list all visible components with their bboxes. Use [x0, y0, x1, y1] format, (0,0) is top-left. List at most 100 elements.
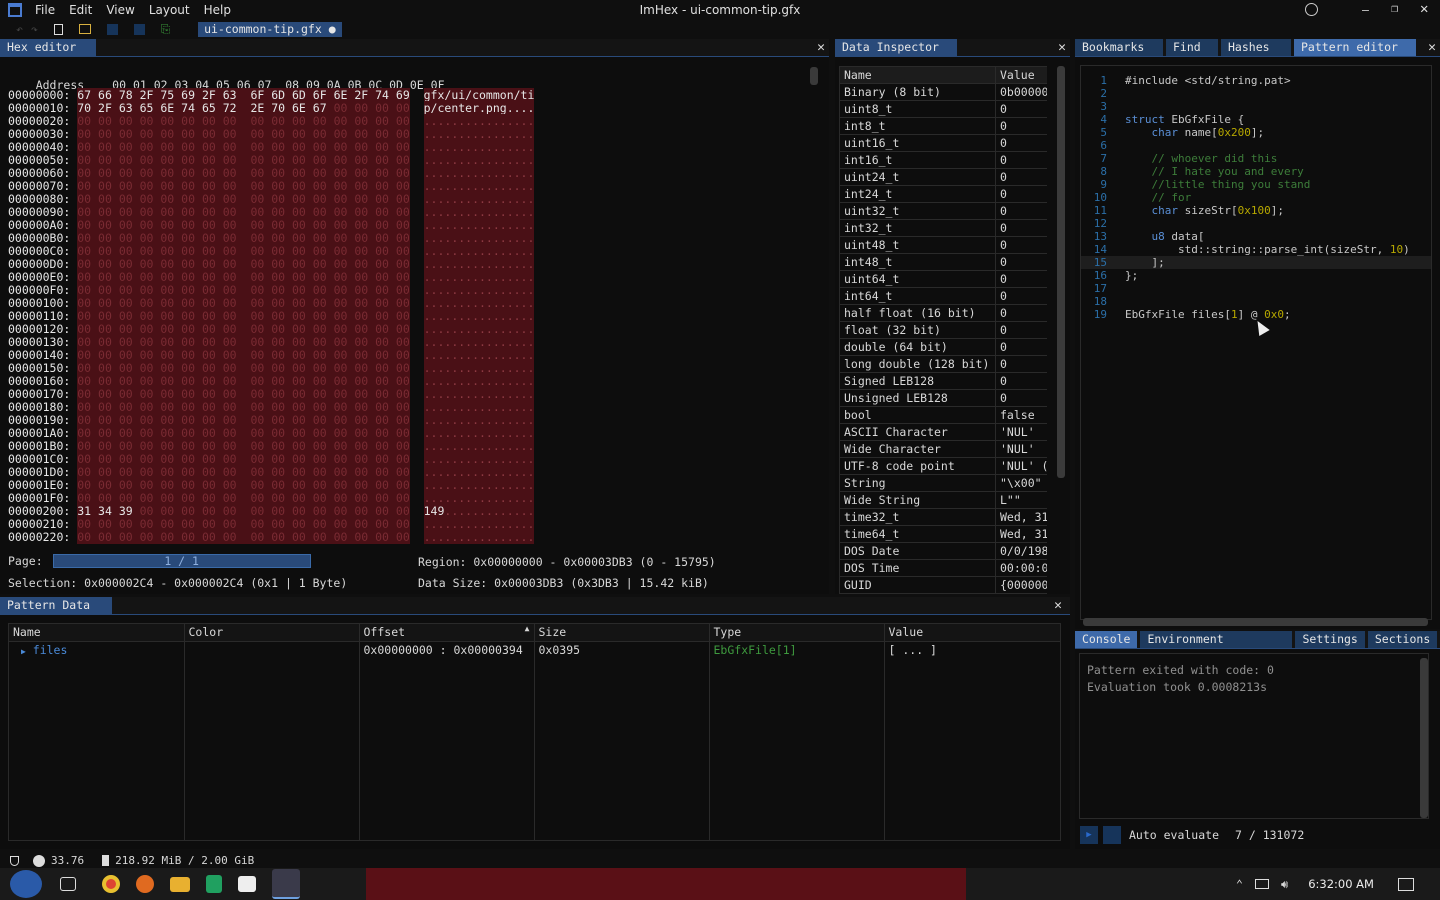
inspector-value[interactable]: 00:00:0: [995, 559, 1047, 577]
hex-bytes[interactable]: 00 00 00 00 00 00 00 00 00 00 00 00 00 0…: [77, 374, 410, 388]
hex-ascii[interactable]: ................: [423, 309, 535, 323]
code-line[interactable]: 3: [1081, 100, 1431, 113]
tab-sections[interactable]: Sections: [1367, 631, 1438, 648]
code-line[interactable]: 15 ];: [1081, 256, 1431, 269]
tab-bookmarks[interactable]: Bookmarks: [1075, 39, 1163, 56]
notifications-icon[interactable]: [1397, 877, 1414, 891]
inspector-row[interactable]: float (32 bit) 0: [839, 321, 1047, 339]
file-explorer-icon[interactable]: [170, 876, 190, 892]
tab-find[interactable]: Find: [1166, 39, 1218, 56]
tab-environment-variables[interactable]: Environment Variable…: [1140, 631, 1293, 648]
inspector-value[interactable]: 0: [995, 100, 1047, 118]
hex-bytes[interactable]: 00 00 00 00 00 00 00 00 00 00 00 00 00 0…: [77, 244, 410, 258]
expand-arrow-icon[interactable]: ▶: [21, 647, 26, 656]
hex-ascii[interactable]: ................: [423, 322, 535, 336]
col-size[interactable]: Size: [534, 624, 710, 642]
hex-bytes[interactable]: 00 00 00 00 00 00 00 00 00 00 00 00 00 0…: [77, 452, 410, 466]
hex-bytes[interactable]: 00 00 00 00 00 00 00 00 00 00 00 00 00 0…: [77, 192, 410, 206]
inspector-value[interactable]: 0: [995, 338, 1047, 356]
hex-ascii[interactable]: ................: [423, 153, 535, 167]
inspector-value[interactable]: 0: [995, 389, 1047, 407]
inspector-value[interactable]: 0: [995, 355, 1047, 373]
col-color[interactable]: Color: [184, 624, 360, 642]
tab-pattern-editor[interactable]: Pattern editor: [1294, 39, 1416, 56]
code-line[interactable]: 18: [1081, 295, 1431, 308]
inspector-value[interactable]: Wed, 31: [995, 508, 1047, 526]
inspector-row[interactable]: Binary (8 bit)0b00000000: [839, 83, 1047, 101]
hex-bytes[interactable]: 00 00 00 00 00 00 00 00 00 00 00 00 00 0…: [77, 478, 410, 492]
inspector-value[interactable]: L"": [995, 491, 1047, 509]
close-pattern-data-icon[interactable]: ✕: [1054, 597, 1062, 615]
hex-bytes[interactable]: 00 00 00 00 00 00 00 00 00 00 00 00 00 0…: [77, 257, 410, 271]
hex-ascii[interactable]: ................: [423, 114, 535, 128]
menu-help[interactable]: Help: [197, 0, 238, 20]
inspector-value[interactable]: 0: [995, 236, 1047, 254]
code-line[interactable]: 10 // for: [1081, 191, 1431, 204]
hex-bytes[interactable]: 00 00 00 00 00 00 00 00 00 00 00 00 00 0…: [77, 465, 410, 479]
save-icon[interactable]: [106, 23, 118, 35]
inspector-value[interactable]: 0: [995, 202, 1047, 220]
inspector-value[interactable]: 'NUL': [995, 423, 1047, 441]
save-as-icon[interactable]: [133, 23, 145, 35]
hex-editor-tab[interactable]: Hex editor: [0, 39, 96, 56]
hex-ascii[interactable]: ................: [423, 361, 535, 375]
inspector-value[interactable]: 0: [995, 151, 1047, 169]
chrome-icon[interactable]: [102, 875, 120, 893]
col-type[interactable]: Type: [709, 624, 885, 642]
undo-icon[interactable]: ↶: [16, 22, 23, 36]
hex-ascii[interactable]: ................: [423, 335, 535, 349]
hex-bytes[interactable]: 00 00 00 00 00 00 00 00 00 00 00 00 00 0…: [77, 348, 410, 362]
hex-ascii[interactable]: ................: [423, 140, 535, 154]
menu-edit[interactable]: Edit: [62, 0, 99, 20]
code-line[interactable]: 4 struct EbGfxFile {: [1081, 113, 1431, 126]
run-pattern-button[interactable]: ▶: [1080, 826, 1098, 844]
inspector-value[interactable]: 0/0/198: [995, 542, 1047, 560]
pattern-editor-code[interactable]: 1 #include <std/string.pat> 2 3 4 struct EbGf…: [1080, 65, 1432, 620]
editor-hscrollbar[interactable]: [1083, 618, 1428, 626]
code-line[interactable]: 19 EbGfxFile files[1] @ 0x0;: [1081, 308, 1431, 321]
hex-ascii[interactable]: ................: [423, 231, 535, 245]
inspector-value[interactable]: 'NUL' (: [995, 457, 1047, 475]
hex-ascii[interactable]: ................: [423, 374, 535, 388]
inspector-value[interactable]: 0: [995, 168, 1047, 186]
code-line[interactable]: 5 char name[0x200];: [1081, 126, 1431, 139]
inspector-value[interactable]: 0: [995, 253, 1047, 271]
hex-bytes[interactable]: 00 00 00 00 00 00 00 00 00 00 00 00 00 0…: [77, 140, 410, 154]
file-tab[interactable]: ui-common-tip.gfx ●: [198, 21, 342, 37]
inspector-row[interactable]: time32_t Wed, 31: [839, 508, 1047, 526]
hex-ascii[interactable]: ................: [423, 530, 535, 544]
smiley-icon[interactable]: [1305, 3, 1318, 16]
hex-bytes[interactable]: 00 00 00 00 00 00 00 00 00 00 00 00 00 0…: [77, 400, 410, 414]
code-line[interactable]: 1 #include <std/string.pat>: [1081, 74, 1431, 87]
menu-layout[interactable]: Layout: [142, 0, 197, 20]
code-line[interactable]: 11 char sizeStr[0x100];: [1081, 204, 1431, 217]
inspector-row[interactable]: double (64 bit) 0: [839, 338, 1047, 356]
inspector-row[interactable]: time64_t Wed, 31: [839, 525, 1047, 543]
inspector-row[interactable]: long double (128 bit) 0: [839, 355, 1047, 373]
hex-bytes[interactable]: 00 00 00 00 00 00 00 00 00 00 00 00 00 0…: [77, 205, 410, 219]
hex-ascii[interactable]: ................: [423, 283, 535, 297]
inspector-row[interactable]: int64_t 0: [839, 287, 1047, 305]
table-row[interactable]: ▶ files 0x00000000 : 0x00000394 0x0395 E…: [9, 641, 1060, 658]
inspector-row[interactable]: String "\x00": [839, 474, 1047, 492]
inspector-row[interactable]: DOS Date 0/0/198: [839, 542, 1047, 560]
inspector-value[interactable]: "\x00": [995, 474, 1047, 492]
hex-ascii[interactable]: ................: [423, 387, 535, 401]
inspector-row[interactable]: Wide String L"": [839, 491, 1047, 509]
network-icon[interactable]: [1254, 879, 1269, 889]
code-line[interactable]: 14 std::string::parse_int(sizeStr, 10): [1081, 243, 1431, 256]
hex-rows[interactable]: 00000000: 67 66 78 2F 75 69 2F 63 6F 6D …: [8, 88, 535, 544]
close-inspector-icon[interactable]: ✕: [1058, 39, 1066, 57]
inspector-row[interactable]: int8_t 0: [839, 117, 1047, 135]
hex-bytes[interactable]: 00 00 00 00 00 00 00 00 00 00 00 00 00 0…: [77, 296, 410, 310]
inspector-row[interactable]: int16_t 0: [839, 151, 1047, 169]
inspector-value[interactable]: false: [995, 406, 1047, 424]
7zip-icon[interactable]: [238, 876, 256, 892]
inspector-row[interactable]: int24_t 0: [839, 185, 1047, 203]
hex-ascii[interactable]: ................: [423, 166, 535, 180]
hex-bytes[interactable]: 67 66 78 2F 75 69 2F 63 6F 6D 6D 6F 6E 2…: [77, 88, 410, 102]
hex-bytes[interactable]: 00 00 00 00 00 00 00 00 00 00 00 00 00 0…: [77, 114, 410, 128]
hex-ascii[interactable]: ................: [423, 413, 535, 427]
inspector-value[interactable]: 0: [995, 270, 1047, 288]
inspector-value[interactable]: 0: [995, 287, 1047, 305]
